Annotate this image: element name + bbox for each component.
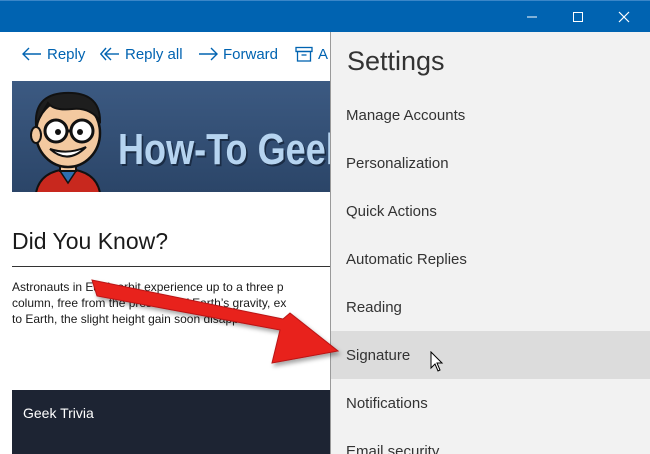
forward-button[interactable]: Forward (198, 44, 278, 64)
menu-item-label: Quick Actions (346, 202, 437, 220)
mouse-pointer-icon (430, 351, 444, 372)
geek-trivia-label: Geek Trivia (23, 405, 94, 421)
menu-item-label: Signature (346, 346, 411, 364)
geek-trivia-block: Geek Trivia (12, 390, 330, 454)
email-banner: How-To Geek (12, 81, 330, 192)
geek-mascot-image (30, 91, 102, 192)
archive-label: A (318, 45, 329, 63)
menu-item-label: Reading (346, 298, 402, 316)
reading-pane: Reply Reply all Forward A How-To Geek Di… (0, 32, 330, 454)
settings-item-reading[interactable]: Reading (331, 283, 650, 331)
reply-all-button[interactable]: Reply all (100, 44, 183, 64)
email-body: Astronauts in Earth orbit experience up … (12, 279, 330, 327)
title-bar (0, 0, 650, 33)
banner-title: How-To Geek (118, 125, 330, 174)
close-button[interactable] (601, 1, 647, 33)
forward-label: Forward (223, 45, 279, 63)
settings-item-quick-actions[interactable]: Quick Actions (331, 187, 650, 235)
menu-item-label: Email security (346, 442, 440, 454)
forward-arrow-icon (199, 47, 218, 61)
minimize-button[interactable] (509, 1, 555, 33)
settings-panel: Settings Manage Accounts Personalization… (330, 32, 650, 454)
maximize-button[interactable] (555, 1, 601, 33)
settings-item-manage-accounts[interactable]: Manage Accounts (331, 91, 650, 139)
message-toolbar: Reply Reply all Forward A (0, 32, 330, 76)
settings-title: Settings (347, 46, 445, 76)
maximize-icon (573, 12, 583, 22)
email-heading: Did You Know? (12, 228, 169, 254)
settings-item-notifications[interactable]: Notifications (331, 379, 650, 427)
reply-arrow-icon (22, 47, 41, 61)
menu-item-label: Personalization (346, 154, 449, 172)
body-line: column, free from the pressure of Earth’… (12, 296, 287, 310)
settings-item-personalization[interactable]: Personalization (331, 139, 650, 187)
reply-button[interactable]: Reply (22, 44, 85, 64)
reply-all-label: Reply all (125, 45, 183, 63)
reply-label: Reply (47, 45, 86, 63)
close-icon (618, 11, 630, 23)
settings-item-automatic-replies[interactable]: Automatic Replies (331, 235, 650, 283)
body-line: Astronauts in Earth orbit experience up … (12, 280, 284, 294)
minimize-icon (527, 16, 537, 18)
archive-box-icon (295, 46, 313, 62)
body-line: to Earth, the slight height gain soon di… (12, 312, 266, 326)
menu-item-label: Automatic Replies (346, 250, 467, 268)
heading-divider (12, 266, 330, 267)
archive-button[interactable]: A (295, 44, 328, 64)
menu-item-label: Manage Accounts (346, 106, 466, 124)
settings-item-signature[interactable]: Signature (331, 331, 650, 379)
settings-item-email-security[interactable]: Email security (331, 427, 650, 454)
reply-all-icon (100, 47, 119, 61)
menu-item-label: Notifications (346, 394, 428, 412)
